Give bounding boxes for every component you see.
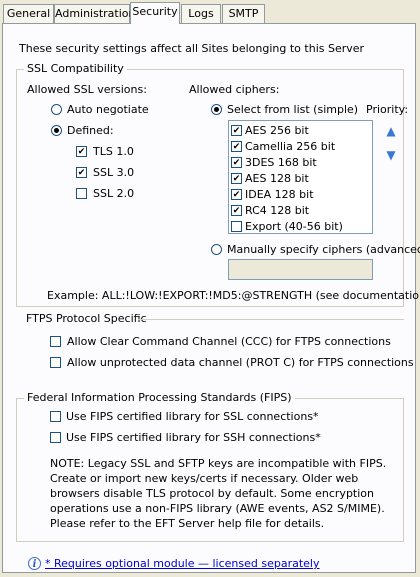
- fips-ssh-label: Use FIPS certified library for SSH conne…: [66, 431, 321, 444]
- cipher-checkbox[interactable]: [231, 205, 242, 216]
- manual-ciphers-input[interactable]: [228, 259, 373, 280]
- cipher-label: AES 128 bit: [245, 172, 309, 185]
- cipher-label: AES 256 bit: [245, 124, 309, 137]
- tab-general[interactable]: General: [3, 4, 54, 23]
- cipher-checkbox[interactable]: [231, 173, 242, 184]
- info-icon: i: [28, 557, 41, 570]
- protc-checkbox[interactable]: [50, 357, 61, 368]
- tab-logs[interactable]: Logs: [181, 4, 221, 23]
- ftps-separator: [138, 319, 404, 320]
- ssl-compatibility-legend: SSL Compatibility: [24, 62, 127, 75]
- fips-ssl-label: Use FIPS certified library for SSL conne…: [66, 410, 319, 423]
- fips-legend: Federal Information Processing Standards…: [24, 391, 295, 404]
- ssl20-label: SSL 2.0: [93, 187, 135, 200]
- tab-security[interactable]: Security: [130, 2, 180, 24]
- arrow-up-icon[interactable]: ▲: [384, 124, 398, 138]
- intro-text: These security settings affect all Sites…: [19, 42, 365, 55]
- allowed-ssl-versions-label: Allowed SSL versions:: [27, 83, 147, 96]
- priority-label: Priority:: [366, 103, 409, 116]
- tab-smtp[interactable]: SMTP: [222, 4, 265, 23]
- cipher-checkbox[interactable]: [231, 157, 242, 168]
- ssl30-checkbox[interactable]: [76, 167, 87, 178]
- cipher-checkbox[interactable]: [231, 125, 242, 136]
- protc-label: Allow unprotected data channel (PROT C) …: [67, 356, 414, 369]
- fips-ssl-checkbox[interactable]: [50, 411, 61, 422]
- tls10-label: TLS 1.0: [93, 145, 134, 158]
- fips-ssh-checkbox[interactable]: [50, 432, 61, 443]
- cipher-label: IDEA 128 bit: [245, 188, 314, 201]
- cipher-listbox[interactable]: AES 256 bit Camellia 256 bit 3DES 168 bi…: [228, 120, 373, 234]
- fips-note: NOTE: Legacy SSL and SFTP keys are incom…: [50, 457, 387, 530]
- manual-ciphers-radio[interactable]: [211, 244, 222, 255]
- allowed-ciphers-label: Allowed ciphers:: [189, 83, 280, 96]
- ssl20-checkbox[interactable]: [76, 188, 87, 199]
- cipher-label: RC4 128 bit: [245, 204, 310, 217]
- auto-negotiate-label: Auto negotiate: [67, 103, 149, 116]
- ccc-checkbox[interactable]: [50, 336, 61, 347]
- auto-negotiate-radio[interactable]: [51, 104, 62, 115]
- cipher-checkbox[interactable]: [231, 221, 242, 232]
- cipher-example-text: Example: ALL:!LOW:!EXPORT:!MD5:@STRENGTH…: [47, 289, 420, 302]
- arrow-down-icon[interactable]: ▼: [384, 148, 398, 162]
- cipher-label: Export (40-56 bit): [245, 220, 343, 233]
- select-from-list-label: Select from list (simple): [227, 103, 359, 116]
- cipher-label: Camellia 256 bit: [245, 140, 336, 153]
- select-from-list-radio[interactable]: [211, 104, 222, 115]
- optional-module-link[interactable]: * Requires optional module — licensed se…: [45, 557, 320, 570]
- ccc-label: Allow Clear Command Channel (CCC) for FT…: [67, 335, 391, 348]
- defined-label: Defined:: [67, 124, 114, 137]
- defined-radio[interactable]: [51, 125, 62, 136]
- tab-administration[interactable]: Administration: [54, 4, 136, 23]
- cipher-label: 3DES 168 bit: [245, 156, 317, 169]
- ftps-legend: FTPS Protocol Specific: [26, 312, 147, 325]
- cipher-checkbox[interactable]: [231, 141, 242, 152]
- manual-ciphers-label: Manually specify ciphers (advanced): [227, 243, 420, 256]
- ssl30-label: SSL 3.0: [93, 166, 135, 179]
- tls10-checkbox[interactable]: [76, 146, 87, 157]
- cipher-checkbox[interactable]: [231, 189, 242, 200]
